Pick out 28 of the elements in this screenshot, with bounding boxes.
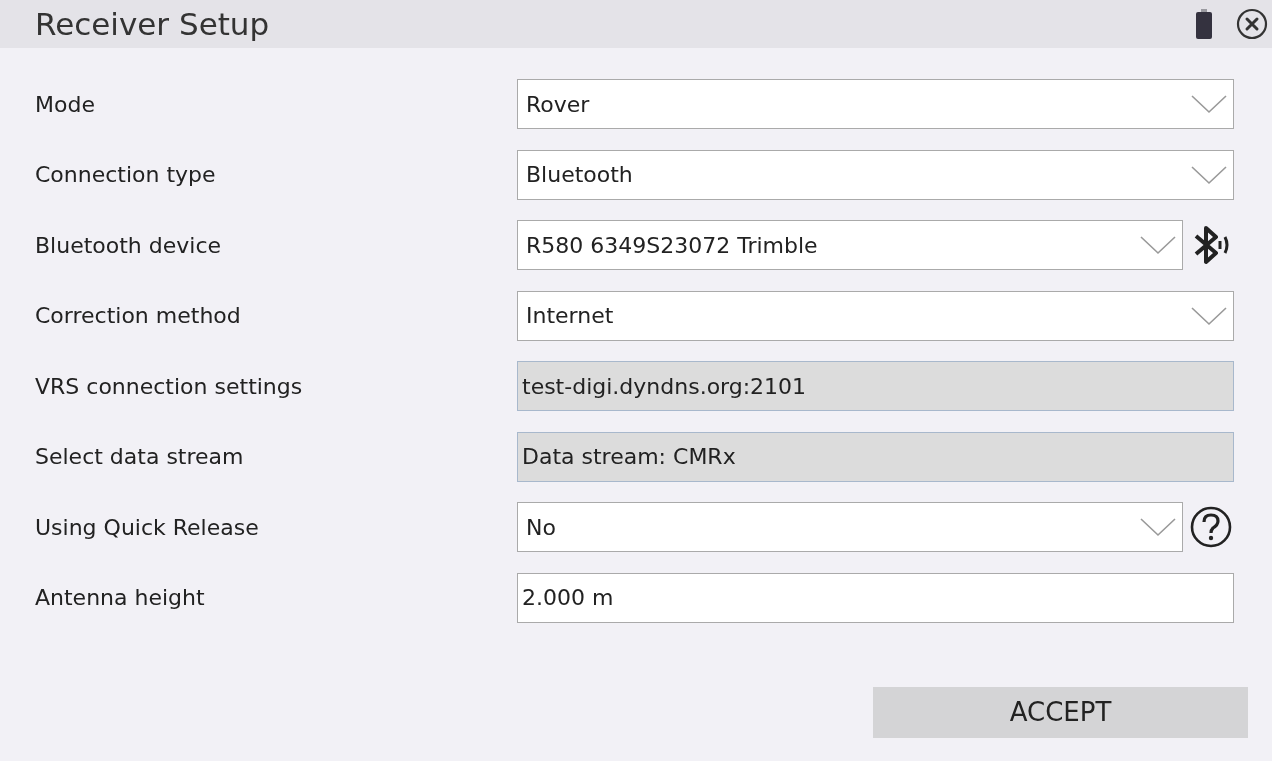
chevron-down-icon <box>1191 164 1227 185</box>
field-label: Mode <box>34 91 96 117</box>
settings-field-button[interactable]: Data stream: CMRx <box>517 431 1234 482</box>
accept-button[interactable]: ACCEPT <box>873 686 1248 738</box>
field-label: Correction method <box>34 303 242 328</box>
dropdown-field[interactable]: R580 6349S23072 Trimble <box>517 220 1183 270</box>
bluetooth-icon <box>1192 225 1230 265</box>
window-title: Receiver Setup <box>35 6 271 42</box>
field-label: Bluetooth device <box>34 232 223 258</box>
field-label: Using Quick Release <box>34 514 260 540</box>
field-label: Select data stream <box>34 444 245 469</box>
chevron-down-icon <box>1140 235 1176 255</box>
field-label: Connection type <box>34 162 217 187</box>
field-label: Antenna height <box>34 585 206 610</box>
dropdown-field[interactable]: Rover <box>517 79 1234 129</box>
dropdown-field[interactable]: Bluetooth <box>517 149 1234 200</box>
battery-icon <box>1196 9 1212 39</box>
input-field[interactable]: 2.000 m <box>517 572 1234 623</box>
field-label: VRS connection settings <box>34 373 304 399</box>
dropdown-field[interactable]: Internet <box>517 290 1234 341</box>
close-icon <box>1236 8 1268 40</box>
chevron-down-icon <box>1140 517 1176 537</box>
dropdown-field[interactable]: No <box>517 502 1183 552</box>
settings-field-button[interactable]: test-digi.dyndns.org:2101 <box>517 361 1234 411</box>
chevron-down-icon <box>1191 305 1227 326</box>
close-button[interactable] <box>1236 8 1268 40</box>
chevron-down-icon <box>1191 94 1227 114</box>
help-icon <box>1190 506 1232 548</box>
